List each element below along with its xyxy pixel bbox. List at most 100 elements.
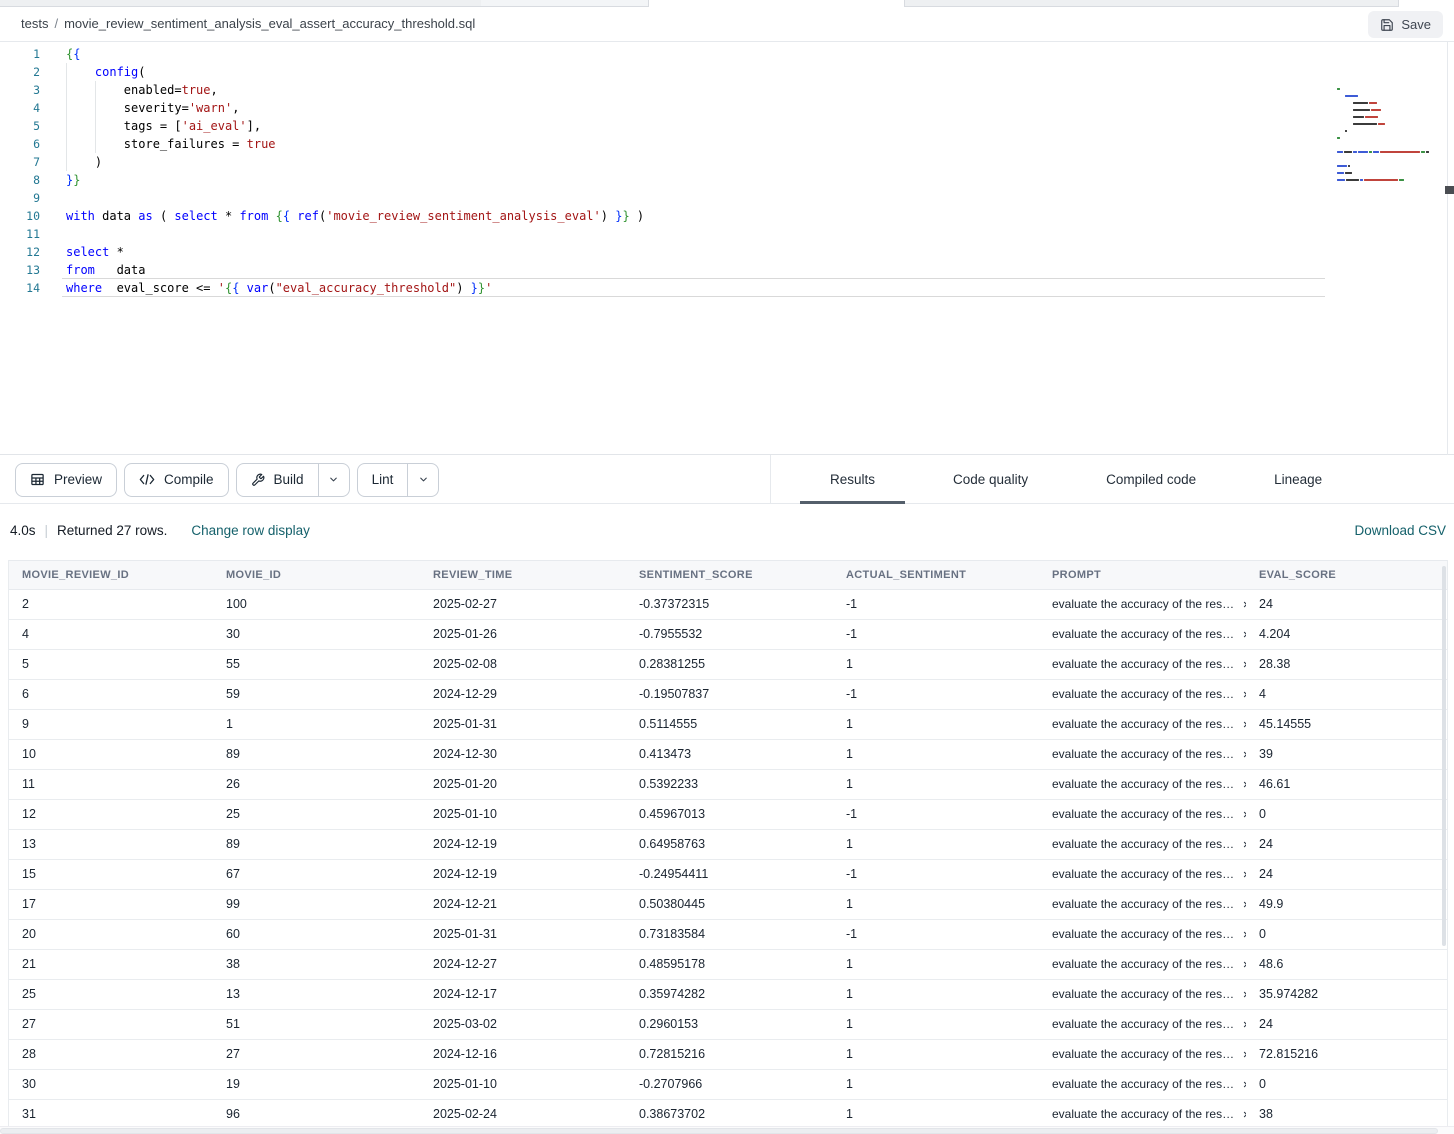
horizontal-scrollbar[interactable] xyxy=(0,1126,1454,1134)
table-row: 12252025-01-100.45967013-1evaluate the a… xyxy=(9,800,1447,830)
column-header-actual_sentiment: ACTUAL_SENTIMENT xyxy=(833,561,1039,589)
eval-score-cell: 46.61 xyxy=(1246,770,1447,799)
prompt-preview-text: evaluate the accuracy of the res… xyxy=(1052,680,1234,709)
prompt-preview-text: evaluate the accuracy of the res… xyxy=(1052,770,1234,799)
code-text: tags = ['ai_eval'], xyxy=(66,117,261,135)
code-line[interactable]: 3 enabled=true, xyxy=(0,81,1454,99)
table-cell: 51 xyxy=(213,1010,420,1039)
table-cell: 2025-02-24 xyxy=(420,1100,626,1129)
table-cell: -0.37372315 xyxy=(626,590,833,619)
column-header-review_time: REVIEW_TIME xyxy=(420,561,626,589)
column-header-sentiment_score: SENTIMENT_SCORE xyxy=(626,561,833,589)
code-text: {{ xyxy=(66,45,80,63)
code-line[interactable]: 14where eval_score <= '{{ var("eval_accu… xyxy=(0,279,1454,297)
table-cell: 12 xyxy=(9,800,213,829)
eval-score-cell: 24 xyxy=(1246,860,1447,889)
table-cell: 2025-01-20 xyxy=(420,770,626,799)
eval-score-cell: 38 xyxy=(1246,1100,1447,1129)
query-duration: 4.0s xyxy=(10,504,36,558)
table-cell: 99 xyxy=(213,890,420,919)
code-line[interactable]: 11 xyxy=(0,225,1454,243)
result-tabs: Results Code quality Compiled code Lineage xyxy=(770,455,1352,504)
eval-score-cell: 45.14555 xyxy=(1246,710,1447,739)
sql-editor[interactable]: 1{{2 config(3 enabled=true,4 severity='w… xyxy=(0,42,1454,455)
prompt-cell: evaluate the accuracy of the res… xyxy=(1039,1070,1246,1099)
code-line[interactable]: 10with data as ( select * from {{ ref('m… xyxy=(0,207,1454,225)
lint-button[interactable]: Lint xyxy=(357,463,440,497)
editor-scrollbar-thumb[interactable] xyxy=(1445,186,1454,194)
compile-button-label: Compile xyxy=(164,472,214,487)
code-text: config( xyxy=(66,63,146,81)
table-row: 20602025-01-310.73183584-1evaluate the a… xyxy=(9,920,1447,950)
table-cell: 0.64958763 xyxy=(626,830,833,859)
line-number: 5 xyxy=(0,117,40,135)
code-line[interactable]: 7 ) xyxy=(0,153,1454,171)
table-cell: 25 xyxy=(213,800,420,829)
table-cell: -0.2707966 xyxy=(626,1070,833,1099)
minimap-line xyxy=(1353,123,1385,125)
code-line[interactable]: 9 xyxy=(0,189,1454,207)
code-lines[interactable]: 1{{2 config(3 enabled=true,4 severity='w… xyxy=(0,45,1454,297)
minimap-line xyxy=(1353,116,1378,118)
tab-code-quality[interactable]: Code quality xyxy=(923,455,1058,504)
tab-lineage[interactable]: Lineage xyxy=(1244,455,1352,504)
compile-button[interactable]: Compile xyxy=(124,463,229,497)
code-line[interactable]: 8}} xyxy=(0,171,1454,189)
minimap-line xyxy=(1353,109,1381,111)
save-button[interactable]: Save xyxy=(1368,11,1443,38)
line-number: 13 xyxy=(0,261,40,279)
breadcrumb-folder[interactable]: tests xyxy=(21,16,48,31)
line-number: 8 xyxy=(0,171,40,189)
table-cell: 1 xyxy=(833,650,1039,679)
prompt-preview-text: evaluate the accuracy of the res… xyxy=(1052,890,1234,919)
editor-minimap[interactable] xyxy=(1337,88,1444,188)
prompt-cell: evaluate the accuracy of the res… xyxy=(1039,1040,1246,1069)
preview-button[interactable]: Preview xyxy=(15,463,117,497)
table-cell: 0.2960153 xyxy=(626,1010,833,1039)
table-cell: 2024-12-30 xyxy=(420,740,626,769)
breadcrumb: tests/movie_review_sentiment_analysis_ev… xyxy=(21,7,475,41)
code-line[interactable]: 5 tags = ['ai_eval'], xyxy=(0,117,1454,135)
line-number: 12 xyxy=(0,243,40,261)
code-line[interactable]: 1{{ xyxy=(0,45,1454,63)
table-cell: 2025-02-27 xyxy=(420,590,626,619)
table-header-row: MOVIE_REVIEW_IDMOVIE_IDREVIEW_TIMESENTIM… xyxy=(9,560,1447,590)
eval-score-cell: 24 xyxy=(1246,830,1447,859)
query-status: 4.0s | Returned 27 rows. Change row disp… xyxy=(10,504,310,558)
line-number: 7 xyxy=(0,153,40,171)
horizontal-scrollbar-thumb[interactable] xyxy=(0,1128,1438,1134)
table-body: 21002025-02-27-0.37372315-1evaluate the … xyxy=(9,590,1447,1130)
table-cell: 2025-02-08 xyxy=(420,650,626,679)
prompt-preview-text: evaluate the accuracy of the res… xyxy=(1052,1100,1234,1129)
column-header-prompt: PROMPT xyxy=(1039,561,1246,589)
code-line[interactable]: 12select * xyxy=(0,243,1454,261)
table-cell: 10 xyxy=(9,740,213,769)
tab-compiled-code[interactable]: Compiled code xyxy=(1076,455,1226,504)
download-csv-link[interactable]: Download CSV xyxy=(1354,504,1446,558)
tab-results[interactable]: Results xyxy=(800,455,905,504)
prompt-preview-text: evaluate the accuracy of the res… xyxy=(1052,860,1234,889)
code-line[interactable]: 6 store_failures = true xyxy=(0,135,1454,153)
lint-dropdown-toggle[interactable] xyxy=(407,464,438,496)
table-cell: 20 xyxy=(9,920,213,949)
table-row: 27512025-03-020.29601531evaluate the acc… xyxy=(9,1010,1447,1040)
table-row: 17992024-12-210.503804451evaluate the ac… xyxy=(9,890,1447,920)
change-row-display-link[interactable]: Change row display xyxy=(191,504,310,558)
table-cell: 1 xyxy=(213,710,420,739)
table-cell: 13 xyxy=(9,830,213,859)
code-line[interactable]: 4 severity='warn', xyxy=(0,99,1454,117)
prompt-cell: evaluate the accuracy of the res… xyxy=(1039,950,1246,979)
column-header-eval_score: EVAL_SCORE xyxy=(1246,561,1447,589)
build-button[interactable]: Build xyxy=(236,463,350,497)
line-number: 2 xyxy=(0,63,40,81)
minimap-line xyxy=(1337,165,1350,167)
table-vertical-scrollbar-thumb[interactable] xyxy=(1442,566,1446,946)
table-cell: 6 xyxy=(9,680,213,709)
table-cell: 26 xyxy=(213,770,420,799)
table-cell: 0.45967013 xyxy=(626,800,833,829)
table-cell: 11 xyxy=(9,770,213,799)
build-dropdown-toggle[interactable] xyxy=(318,464,349,496)
table-row: 4302025-01-26-0.7955532-1evaluate the ac… xyxy=(9,620,1447,650)
code-line[interactable]: 13from data xyxy=(0,261,1454,279)
code-line[interactable]: 2 config( xyxy=(0,63,1454,81)
